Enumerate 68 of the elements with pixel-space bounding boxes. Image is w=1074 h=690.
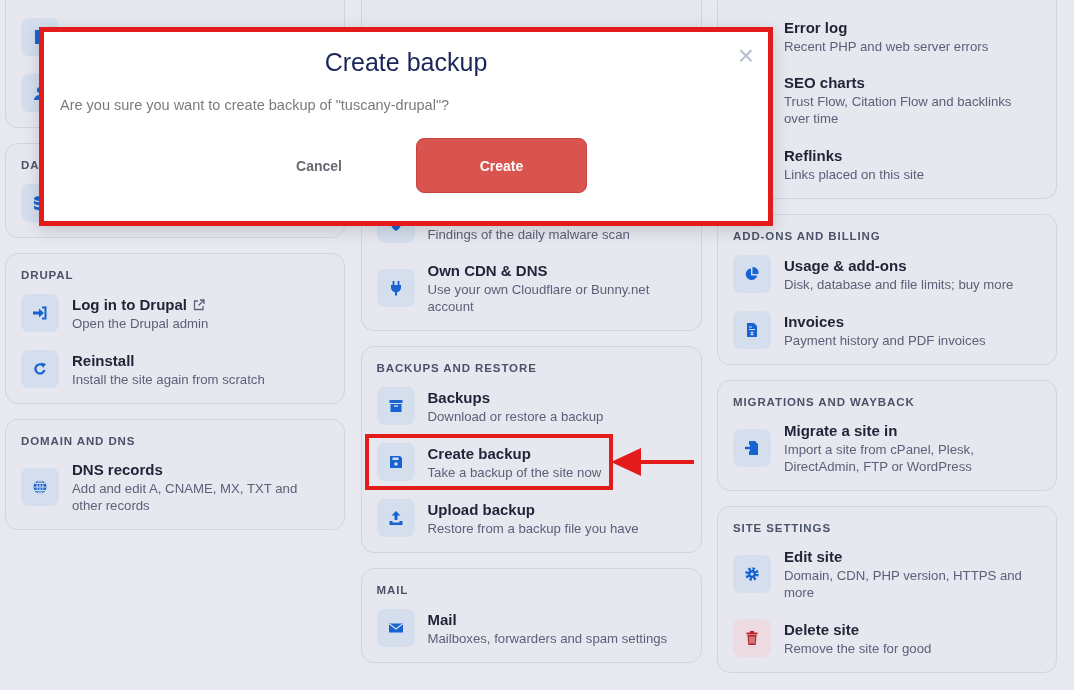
icon-tile[interactable] — [21, 350, 59, 388]
section-heading: DRUPAL — [21, 268, 74, 282]
link-title[interactable]: Create backup — [427, 443, 531, 464]
item-description: Mailboxes, forwarders and spam settings — [427, 629, 668, 647]
invoice-icon — [744, 322, 760, 338]
pie-chart-icon — [744, 266, 760, 282]
item-description: Trust Flow, Citation Flow and backlinks over time — [784, 93, 1013, 127]
globe-icon — [32, 479, 48, 495]
item-description: Download or restore a backup — [427, 407, 604, 425]
link-title[interactable]: Own CDN & DNS — [427, 261, 548, 281]
icon-tile[interactable] — [733, 619, 771, 657]
link-title[interactable]: SEO charts — [784, 73, 865, 93]
section-heading: MIGRATIONS AND WAYBACK — [733, 395, 915, 409]
reload-icon — [32, 361, 48, 377]
link-title[interactable]: Reinstall — [72, 350, 135, 371]
create-button[interactable]: Create — [416, 138, 587, 193]
item-description: Restore from a backup file you have — [427, 519, 639, 537]
section-heading: SITE SETTINGS — [733, 521, 831, 535]
link-title[interactable]: Invoices — [784, 311, 845, 332]
item-description: Open the Drupal admin — [72, 314, 209, 332]
section-heading: ADD-ONS AND BILLING — [733, 229, 881, 243]
item-description: Findings of the daily malware scan — [427, 225, 630, 243]
import-file-icon — [744, 440, 760, 456]
icon-tile[interactable] — [21, 294, 59, 332]
icon-tile[interactable] — [733, 255, 771, 293]
item-description: Domain, CDN, PHP version, HTTPS and more — [784, 567, 1023, 601]
archive-box-icon — [387, 398, 404, 414]
item-description: Remove the site for good — [784, 639, 932, 657]
icon-tile[interactable] — [21, 468, 59, 506]
icon-tile[interactable] — [733, 555, 771, 593]
link-title[interactable]: Mail — [427, 609, 457, 630]
trash-icon — [744, 630, 760, 646]
link-title[interactable]: Log in to Drupal — [72, 294, 187, 315]
item-description: Recent PHP and web server errors — [784, 37, 989, 55]
login-icon — [32, 305, 48, 321]
icon-tile[interactable] — [733, 311, 771, 349]
link-title[interactable]: Upload backup — [427, 499, 535, 520]
icon-tile[interactable] — [376, 443, 415, 481]
link-title[interactable]: Usage & add-ons — [784, 255, 907, 276]
cancel-button[interactable]: Cancel — [259, 145, 379, 186]
item-description: Payment history and PDF invoices — [784, 331, 986, 349]
upload-icon — [387, 510, 404, 526]
link-title[interactable]: Delete site — [784, 619, 860, 640]
icon-tile[interactable] — [376, 269, 415, 307]
item-description: Links placed on this site — [784, 165, 924, 183]
item-description: Take a backup of the site now — [427, 463, 602, 481]
item-description: Import a site from cPanel, Plesk, DirectAdmin, FTP or WordPress — [784, 441, 975, 475]
link-title[interactable]: Migrate a site in — [784, 421, 898, 441]
item-description: Use your own Cloudflare or Bunny.net account — [427, 281, 651, 315]
item-description: Add and edit A, CNAME, MX, TXT and other records — [72, 480, 299, 514]
section-heading: BACKUPS AND RESTORE — [376, 361, 537, 375]
item-description: Install the site again from scratch — [72, 370, 265, 388]
icon-tile[interactable] — [376, 499, 415, 537]
link-title[interactable]: DNS records — [72, 460, 163, 480]
link-title[interactable]: Edit site — [784, 547, 843, 567]
section-heading: MAIL — [376, 583, 409, 597]
icon-tile[interactable] — [376, 387, 415, 425]
link-title[interactable]: Error log — [784, 17, 848, 38]
settings-icon — [744, 566, 760, 582]
icon-tile[interactable] — [376, 609, 415, 647]
icon-tile[interactable] — [733, 429, 771, 467]
section-heading: DOMAIN AND DNS — [21, 434, 136, 448]
item-description: Disk, database and file limits; buy more — [784, 275, 1014, 293]
link-title[interactable]: Reflinks — [784, 145, 843, 166]
section-heading: DA — [21, 158, 40, 172]
link-title[interactable]: Backups — [427, 387, 491, 408]
dialog-message: Are you sure you want to create backup of "tuscany-drupal"? — [60, 96, 451, 115]
dialog-title: Create backup — [324, 47, 488, 77]
